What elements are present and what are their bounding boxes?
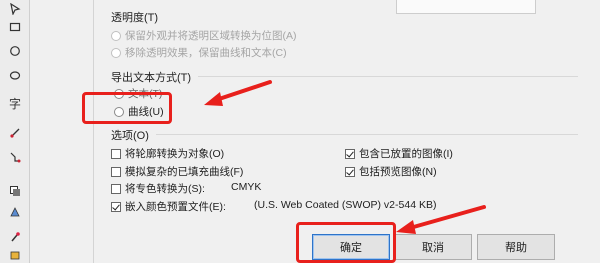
- transparency-tool-icon[interactable]: [6, 204, 24, 222]
- ok-highlight-box: [296, 222, 396, 263]
- keep-appearance-radio[interactable]: 保留外观并将透明区域转换为位图(A): [111, 28, 297, 43]
- remove-transparency-radio[interactable]: 移除透明效果，保留曲线和文本(C): [111, 45, 287, 60]
- fill-tool-icon[interactable]: [6, 246, 24, 263]
- ellipse-tool-icon[interactable]: [6, 42, 24, 60]
- polygon-tool-icon[interactable]: [6, 66, 24, 84]
- spot-color-value: CMYK: [231, 181, 262, 193]
- curves-highlight-box: [82, 92, 172, 124]
- checkbox-box: [345, 166, 355, 177]
- checkbox-box: [345, 148, 355, 159]
- checkbox-box: [111, 183, 121, 194]
- text-tool-icon[interactable]: 字: [6, 94, 24, 112]
- group-divider: [198, 76, 578, 77]
- pick-tool-icon[interactable]: [6, 0, 24, 18]
- rectangle-tool-icon[interactable]: [6, 18, 24, 36]
- dimension-tool-icon[interactable]: [6, 124, 24, 142]
- options-title: 选项(O): [111, 130, 149, 142]
- group-divider: [156, 134, 578, 135]
- embed-profile-label: 嵌入颜色预置文件(E):: [125, 201, 226, 213]
- ok-arrow-icon: [396, 205, 486, 234]
- connector-tool-icon[interactable]: [6, 148, 24, 166]
- outline-to-object-label: 将轮廓转换为对象(O): [125, 148, 225, 160]
- cancel-button[interactable]: 取消: [394, 234, 472, 260]
- include-placed-images-checkbox[interactable]: 包含已放置的图像(I): [345, 146, 453, 161]
- toolbox: 字: [0, 0, 30, 263]
- curves-arrow-icon: [204, 80, 272, 106]
- convert-spot-label: 将专色转换为(S):: [125, 183, 205, 195]
- radio-circle: [111, 47, 121, 58]
- checkbox-box: [111, 148, 121, 159]
- help-button[interactable]: 帮助: [477, 234, 555, 260]
- simulate-fill-checkbox[interactable]: 模拟复杂的已填充曲线(F): [111, 164, 243, 179]
- top-field[interactable]: [396, 0, 536, 14]
- eyedropper-tool-icon[interactable]: [6, 228, 24, 246]
- include-preview-checkbox[interactable]: 包括预览图像(N): [345, 164, 437, 179]
- checkbox-box: [111, 201, 121, 212]
- embed-profile-checkbox[interactable]: 嵌入颜色预置文件(E):: [111, 199, 226, 214]
- transparency-title: 透明度(T): [111, 12, 159, 24]
- export-text-title: 导出文本方式(T): [111, 72, 192, 84]
- checkbox-box: [111, 166, 121, 177]
- simulate-fill-label: 模拟复杂的已填充曲线(F): [125, 166, 244, 178]
- convert-spot-checkbox[interactable]: 将专色转换为(S):: [111, 181, 205, 196]
- radio-circle: [111, 30, 121, 41]
- shadow-tool-icon[interactable]: [6, 182, 24, 200]
- keep-appearance-label: 保留外观并将透明区域转换为位图(A): [125, 30, 297, 42]
- outline-to-object-checkbox[interactable]: 将轮廓转换为对象(O): [111, 146, 224, 161]
- include-placed-images-label: 包含已放置的图像(I): [359, 148, 453, 160]
- include-preview-label: 包括预览图像(N): [359, 166, 437, 178]
- remove-transparency-label: 移除透明效果，保留曲线和文本(C): [125, 47, 287, 59]
